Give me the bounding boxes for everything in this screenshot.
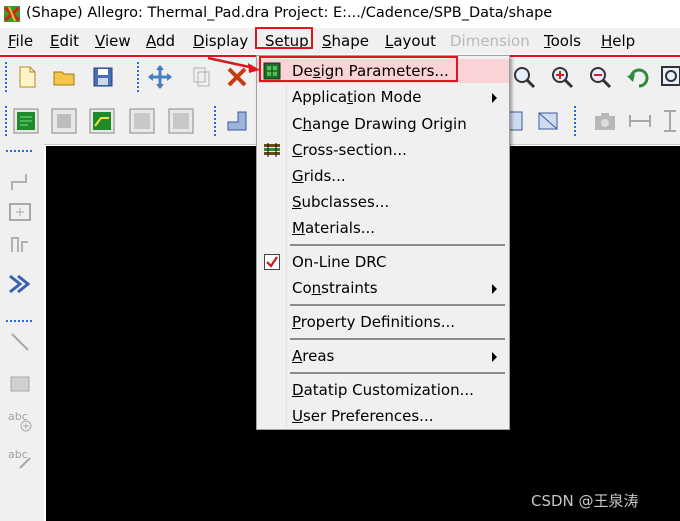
setup-highlight-box: [255, 27, 313, 49]
zoom-fit-icon[interactable]: [511, 64, 537, 90]
toolbar-grip[interactable]: [574, 106, 578, 136]
left-toolbar: abc abc: [0, 144, 44, 521]
design-parameters-highlight-box: [259, 56, 458, 82]
watermark: CSDN @王泉涛: [531, 492, 639, 510]
title-bar: (Shape) Allegro: Thermal_Pad.dra Project…: [0, 0, 680, 28]
edit-text-icon[interactable]: abc: [6, 444, 34, 472]
move-icon[interactable]: [147, 64, 173, 90]
menu-item-subclasses[interactable]: Subclasses...: [257, 190, 509, 214]
shape-edit-icon[interactable]: [535, 108, 561, 134]
menu-help[interactable]: Help: [601, 32, 635, 50]
menu-view[interactable]: View: [95, 32, 131, 50]
menu-add[interactable]: Add: [146, 32, 175, 50]
menu-separator: [290, 338, 505, 340]
menu-item-property-definitions[interactable]: Property Definitions...: [257, 310, 509, 334]
submenu-arrow-icon: [492, 352, 497, 362]
toolbar-grip[interactable]: [5, 106, 9, 136]
add-line-icon[interactable]: [6, 168, 34, 196]
add-diagonal-line-icon[interactable]: [6, 328, 34, 356]
add-rect-icon[interactable]: [6, 198, 34, 226]
menu-item-cross-section[interactable]: Cross-section...: [257, 138, 509, 162]
submenu-arrow-icon: [492, 93, 497, 103]
menu-item-application-mode[interactable]: Application Mode: [257, 85, 509, 109]
camera-icon[interactable]: [592, 108, 618, 134]
layer-grey-icon[interactable]: [168, 108, 194, 134]
menu-item-user-preferences[interactable]: User Preferences...: [257, 404, 509, 428]
toolbar-grip[interactable]: [214, 106, 218, 136]
menu-file[interactable]: File: [8, 32, 33, 50]
menu-dimension: Dimension: [450, 32, 530, 50]
menu-item-grids[interactable]: Grids...: [257, 164, 509, 188]
menu-edit[interactable]: Edit: [50, 32, 79, 50]
add-filled-rect-icon[interactable]: [6, 370, 34, 398]
open-folder-icon[interactable]: [52, 64, 78, 90]
add-trace-icon[interactable]: [6, 230, 34, 258]
menu-separator: [290, 304, 505, 306]
dimension-icon[interactable]: [627, 108, 653, 134]
menu-layout[interactable]: Layout: [385, 32, 436, 50]
toolbar-grip[interactable]: [6, 150, 34, 152]
new-file-icon[interactable]: [14, 64, 40, 90]
allegro-logo-icon: [4, 6, 20, 22]
layer-visibility-icon[interactable]: [13, 108, 39, 134]
menu-item-areas[interactable]: Areas: [257, 344, 509, 368]
zoom-world-icon[interactable]: [659, 64, 680, 90]
menu-shape[interactable]: Shape: [322, 32, 369, 50]
menu-separator: [290, 244, 505, 246]
copy-icon[interactable]: [188, 64, 214, 90]
menu-item-datatip-customization[interactable]: Datatip Customization...: [257, 378, 509, 402]
zoom-previous-icon[interactable]: [625, 64, 651, 90]
menu-item-online-drc[interactable]: On-Line DRC: [257, 250, 509, 274]
dimension-vertical-icon[interactable]: [657, 108, 680, 134]
svg-text:abc: abc: [8, 448, 28, 461]
layer-off-icon[interactable]: [51, 108, 77, 134]
cross-section-icon: [264, 143, 280, 157]
menu-tools[interactable]: Tools: [544, 32, 581, 50]
save-icon[interactable]: [90, 64, 116, 90]
toolbar-grip[interactable]: [6, 320, 34, 322]
add-text-icon[interactable]: abc: [6, 406, 34, 434]
toolbar-grip[interactable]: [5, 62, 9, 92]
window-title: (Shape) Allegro: Thermal_Pad.dra Project…: [26, 5, 553, 21]
menu-item-constraints[interactable]: Constraints: [257, 276, 509, 300]
zoom-out-icon[interactable]: [587, 64, 613, 90]
menu-bar: File Edit View Add Display Setup Shape L…: [0, 28, 680, 54]
checkmark-icon: [264, 254, 280, 270]
submenu-arrow-icon: [492, 284, 497, 294]
setup-dropdown-menu: Design Parameters... Application Mode Ch…: [256, 55, 510, 430]
menu-display[interactable]: Display: [193, 32, 248, 50]
shape-corner-icon[interactable]: [224, 108, 250, 134]
zoom-in-icon[interactable]: [549, 64, 575, 90]
add-flow-icon[interactable]: [6, 270, 34, 298]
menu-item-change-drawing-origin[interactable]: Change Drawing Origin: [257, 112, 509, 136]
menu-item-materials[interactable]: Materials...: [257, 216, 509, 240]
layer-grey-icon[interactable]: [129, 108, 155, 134]
layer-route-icon[interactable]: [89, 108, 115, 134]
menu-separator: [290, 372, 505, 374]
delete-icon[interactable]: [224, 64, 250, 90]
toolbar-grip[interactable]: [137, 62, 141, 92]
